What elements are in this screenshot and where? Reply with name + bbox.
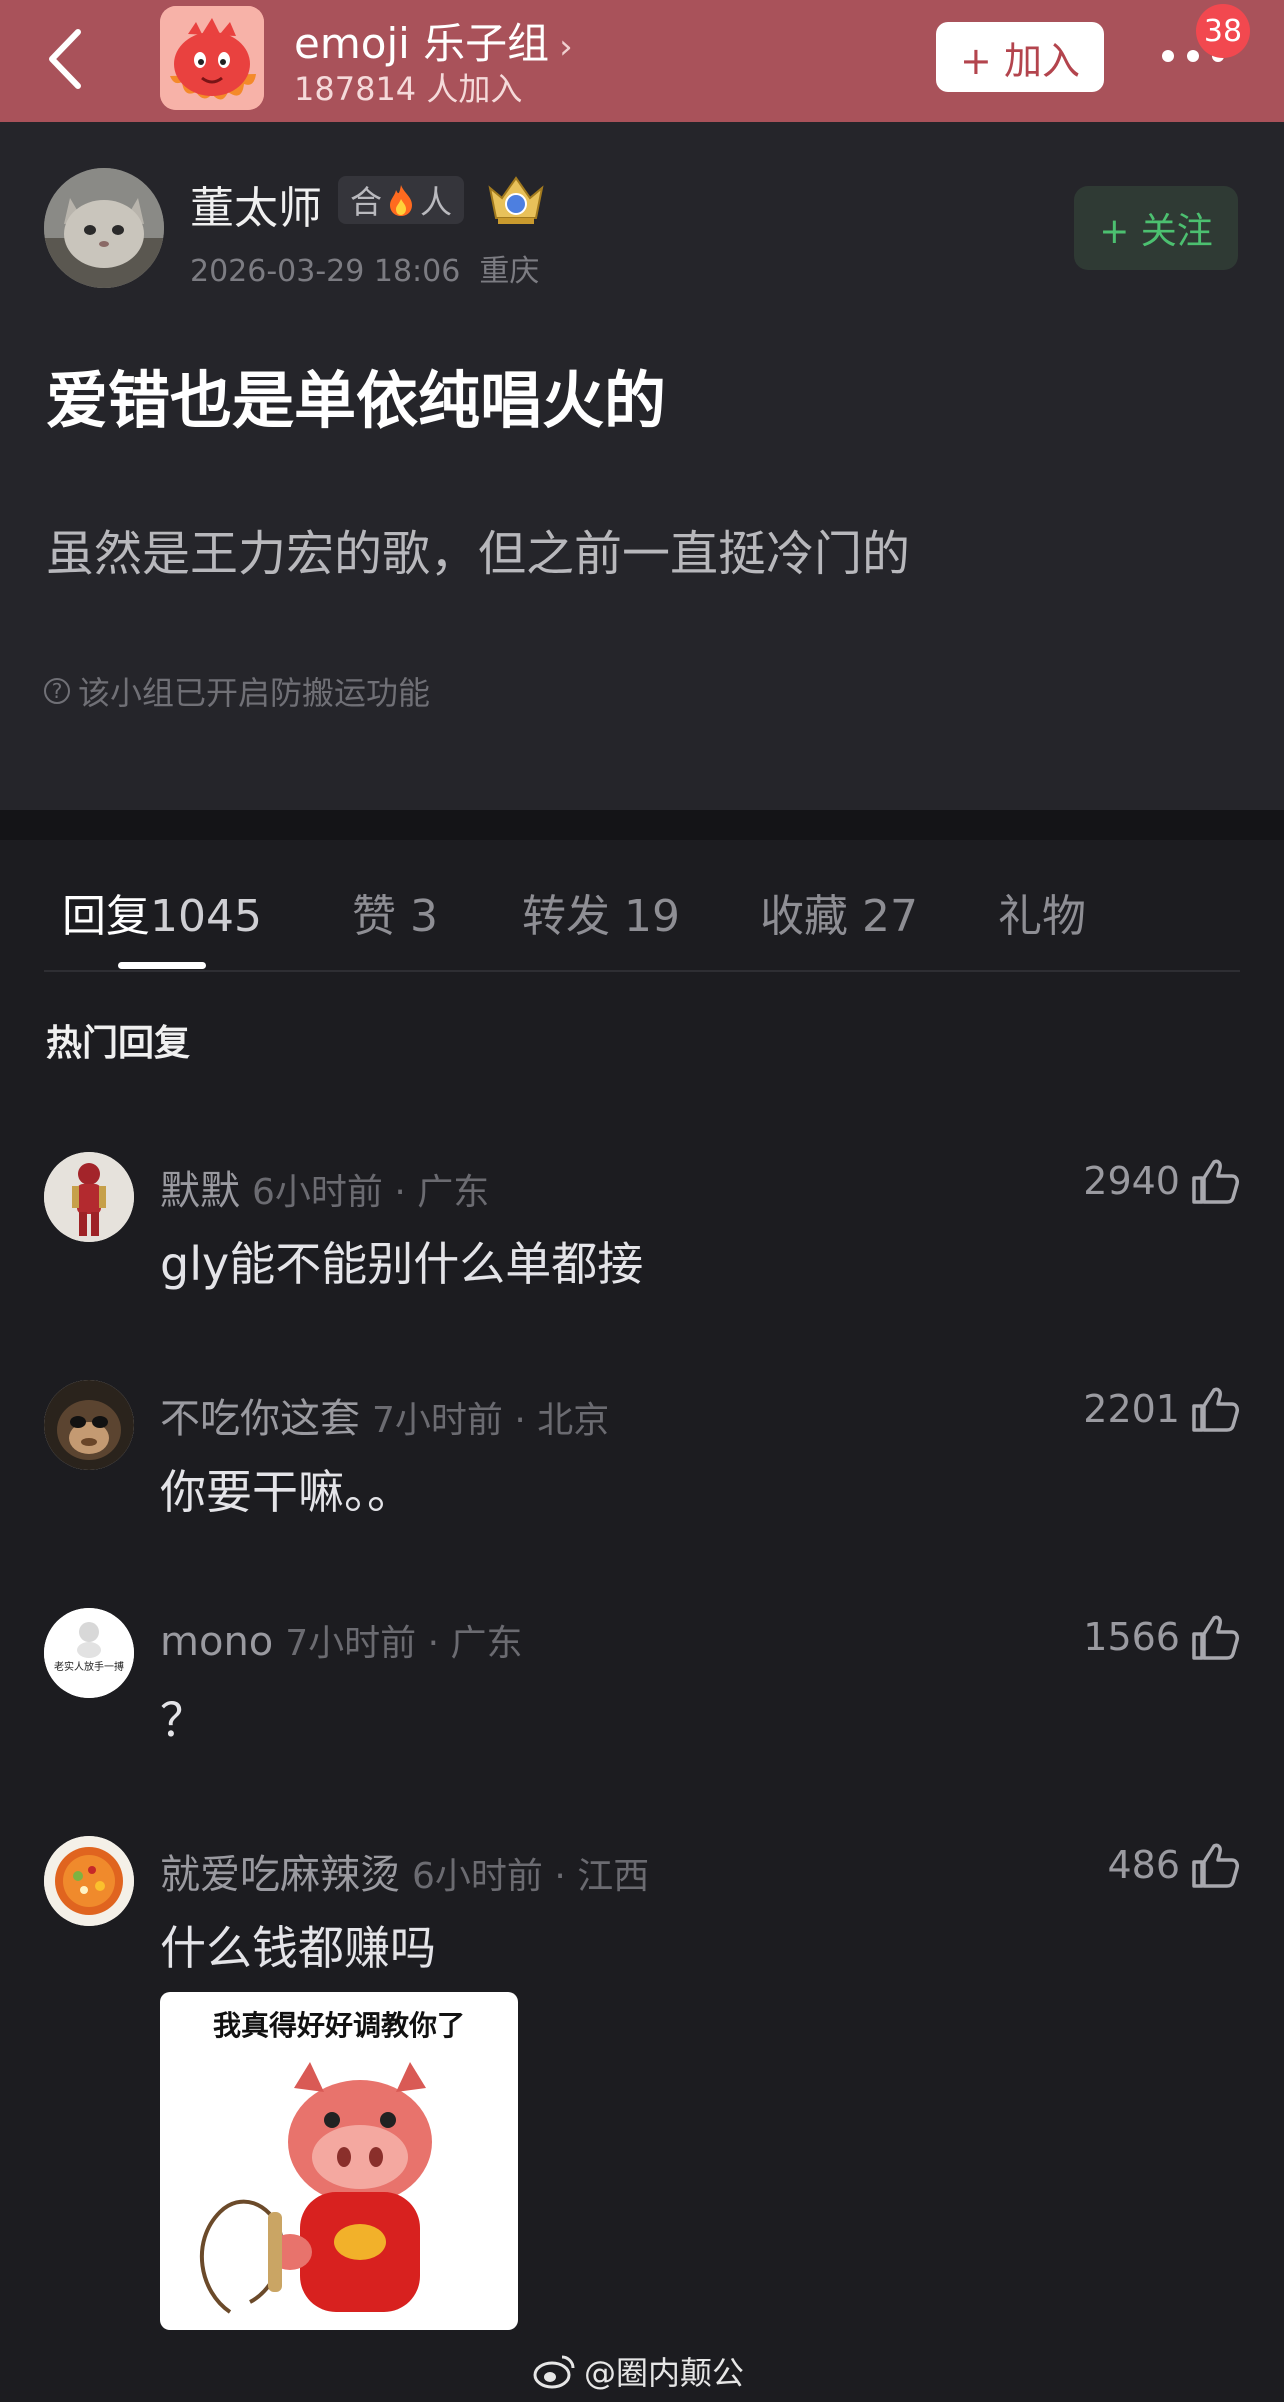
- like-count: 2940: [1083, 1159, 1180, 1203]
- monkey-avatar-icon: [44, 1380, 134, 1470]
- commenter-name[interactable]: mono: [160, 1619, 273, 1665]
- comment-text: gly能不能别什么单都接: [160, 1237, 644, 1291]
- comment-meta: 7小时前 · 广东: [285, 1623, 523, 1664]
- tab-count: 3: [410, 891, 438, 942]
- comment-meta: 6小时前 · 江西: [412, 1856, 650, 1897]
- like-button[interactable]: 2940: [1083, 1156, 1240, 1206]
- author-name[interactable]: 董太师: [190, 172, 322, 236]
- post-location: 重庆: [479, 254, 540, 289]
- group-header-bar: emoji 乐子组 › 187814 人加入 + 加入 38: [0, 0, 1284, 122]
- tab-label: 收藏: [760, 891, 848, 942]
- author-avatar[interactable]: [44, 168, 164, 288]
- commenter-name[interactable]: 默默: [160, 1168, 240, 1214]
- weibo-logo-icon: [533, 2355, 575, 2389]
- comment-text: 什么钱都赚吗: [160, 1921, 436, 1975]
- tag-text-left: 合: [350, 183, 383, 221]
- tab-label: 礼物: [998, 891, 1086, 942]
- fire-icon: [390, 185, 413, 216]
- back-arrow-icon[interactable]: [44, 26, 88, 92]
- tab-label: 赞: [352, 891, 396, 942]
- commenter-avatar[interactable]: [44, 1836, 134, 1926]
- chevron-right-icon: ›: [559, 27, 573, 67]
- malatang-bowl-avatar-icon: [44, 1836, 134, 1926]
- red-monster-emoji-icon: [160, 6, 264, 110]
- follow-button[interactable]: + 关注: [1074, 186, 1238, 270]
- group-avatar[interactable]: [160, 6, 264, 110]
- like-button[interactable]: 2201: [1083, 1384, 1240, 1434]
- tab-bar: 回复1045 赞 3 转发 19 收藏 27 礼物: [0, 840, 1284, 970]
- notification-badge: 38: [1196, 4, 1250, 58]
- tab-label: 回复: [62, 891, 150, 942]
- ironman-avatar-icon: [44, 1152, 134, 1242]
- notice-text: 该小组已开启防搬运功能: [78, 674, 431, 712]
- avatar-caption: 老实人放手一搏: [54, 1660, 124, 1673]
- tab-likes[interactable]: 赞 3: [352, 880, 438, 944]
- comment-text: ？: [160, 1693, 206, 1747]
- tab-count: 27: [862, 891, 918, 942]
- comment-text: 你要干嘛。。: [160, 1465, 413, 1519]
- section-divider: [0, 810, 1284, 840]
- join-group-button[interactable]: + 加入: [936, 22, 1104, 92]
- comment-meta: 6小时前 · 广东: [252, 1172, 490, 1213]
- group-name-text: emoji 乐子组: [294, 19, 550, 68]
- weibo-watermark: @圈内颠公: [532, 2348, 744, 2394]
- like-button[interactable]: 1566: [1083, 1612, 1240, 1662]
- user-tag-badge: 合 人: [338, 176, 465, 224]
- crown-badge-icon: [488, 176, 544, 224]
- thumbs-up-icon: [1192, 1843, 1239, 1888]
- group-member-count: 187814 人加入: [294, 70, 523, 108]
- tab-reposts[interactable]: 转发 19: [522, 880, 680, 944]
- tag-text-right: 人: [420, 183, 453, 221]
- thumbs-up-icon: [1192, 1387, 1239, 1432]
- white-figure-avatar-icon: 老实人放手一搏: [44, 1608, 134, 1698]
- pig-with-whip-sticker-icon: [199, 2062, 432, 2314]
- like-button[interactable]: 486: [1107, 1840, 1240, 1890]
- commenter-avatar[interactable]: [44, 1152, 134, 1242]
- comment-header: 不吃你这套 7小时前 · 北京: [160, 1386, 609, 1444]
- tab-gifts[interactable]: 礼物: [998, 880, 1086, 944]
- watermark-text: @圈内颠公: [584, 2354, 745, 2392]
- tabs-divider: [44, 970, 1240, 972]
- tab-favorites[interactable]: 收藏 27: [760, 880, 918, 944]
- post-meta: 2026-03-29 18:06 重庆: [190, 246, 539, 290]
- group-name[interactable]: emoji 乐子组 ›: [294, 10, 573, 71]
- comment-sticker-image[interactable]: 我真得好好调教你了: [160, 1992, 518, 2330]
- thumbs-up-icon: [1192, 1615, 1239, 1660]
- commenter-name[interactable]: 就爱吃麻辣烫: [160, 1852, 400, 1898]
- tab-count: 19: [624, 891, 680, 942]
- comment-header: 就爱吃麻辣烫 6小时前 · 江西: [160, 1842, 649, 1900]
- anti-repost-notice: ? 该小组已开启防搬运功能: [44, 668, 430, 714]
- active-tab-indicator: [118, 962, 206, 969]
- comment-header: 默默 6小时前 · 广东: [160, 1158, 489, 1216]
- commenter-avatar[interactable]: 老实人放手一搏: [44, 1608, 134, 1698]
- thumbs-up-icon: [1192, 1159, 1239, 1204]
- commenter-name[interactable]: 不吃你这套: [160, 1396, 360, 1442]
- comment-meta: 7小时前 · 北京: [372, 1400, 610, 1441]
- tab-count: 1045: [150, 891, 262, 942]
- tab-replies[interactable]: 回复1045: [62, 880, 262, 944]
- like-count: 2201: [1083, 1387, 1180, 1431]
- like-count: 1566: [1083, 1615, 1180, 1659]
- cat-avatar-icon: [44, 168, 164, 288]
- post-body: 虽然是王力宏的歌，但之前一直挺冷门的: [46, 526, 911, 582]
- post-title: 爱错也是单依纯唱火的: [46, 364, 667, 437]
- question-circle-icon: ?: [44, 678, 70, 704]
- commenter-avatar[interactable]: [44, 1380, 134, 1470]
- comment-header: mono 7小时前 · 广东: [160, 1614, 523, 1666]
- like-count: 486: [1107, 1843, 1180, 1887]
- post-timestamp: 2026-03-29 18:06: [190, 254, 461, 289]
- hot-replies-heading: 热门回复: [46, 1023, 191, 1064]
- tab-label: 转发: [522, 891, 610, 942]
